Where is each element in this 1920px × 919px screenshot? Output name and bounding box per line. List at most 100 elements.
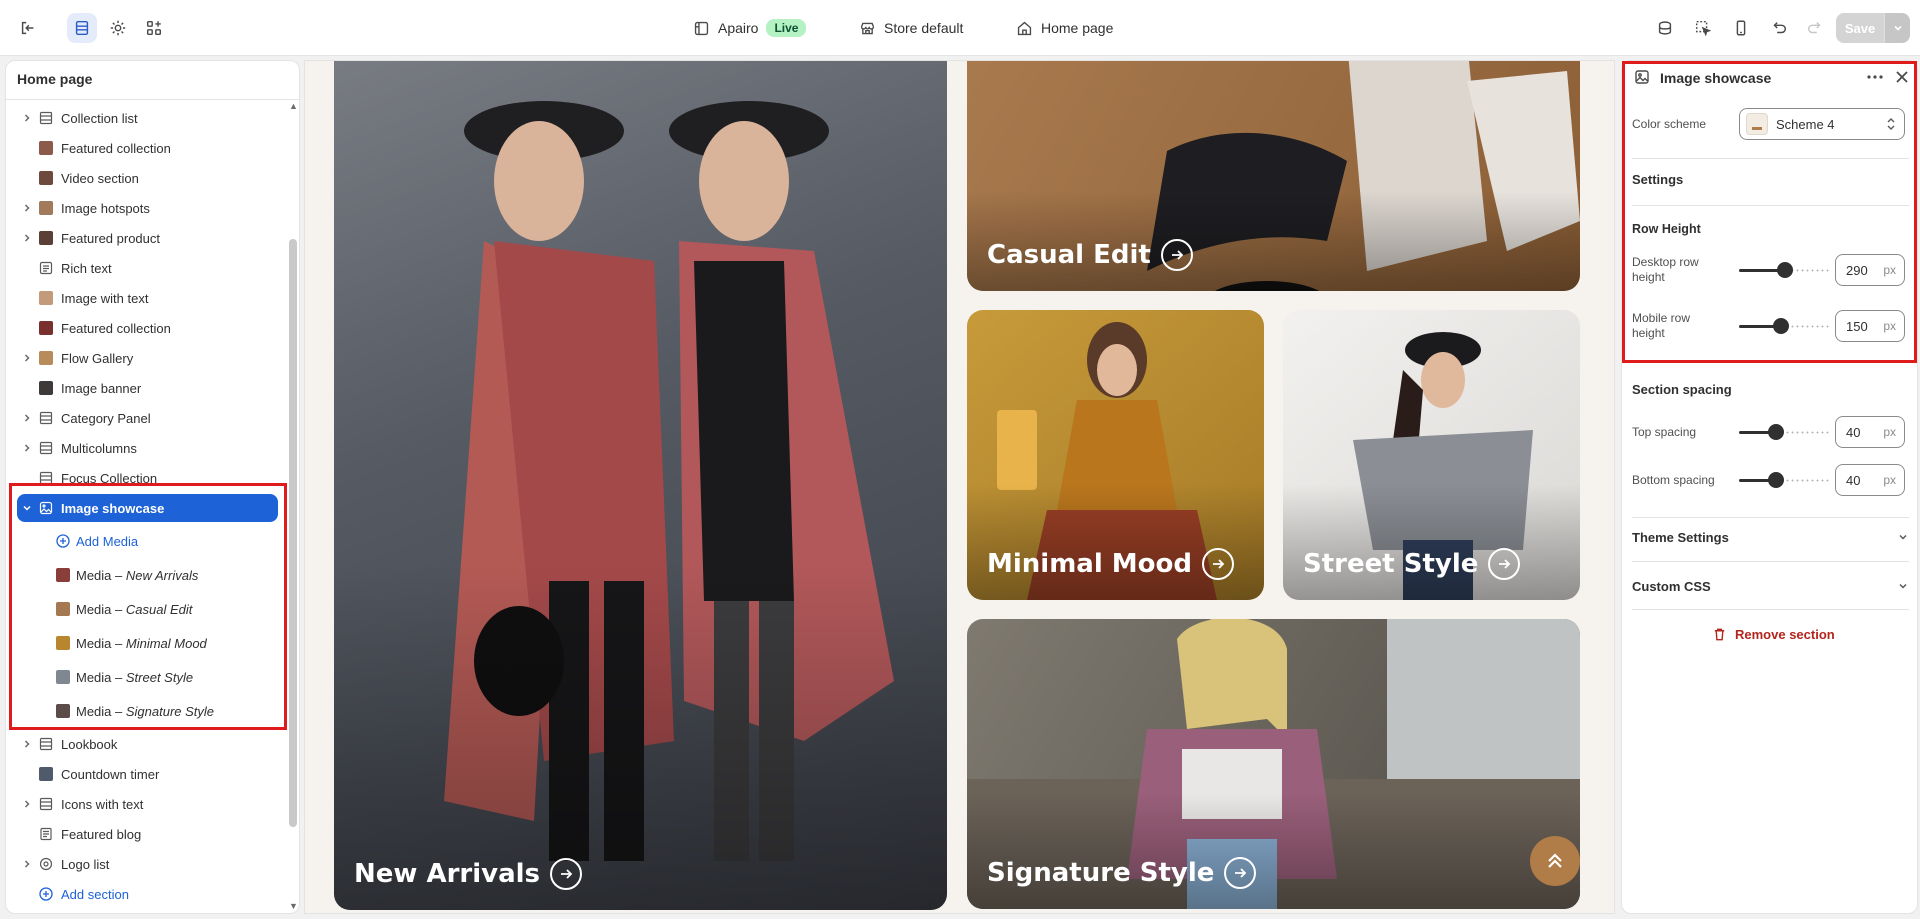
section-thumbnail	[39, 351, 53, 365]
page-preview: New Arrivals Casual Edit Minimal Mood St…	[304, 60, 1615, 914]
remove-section-button[interactable]: Remove section	[1712, 627, 1835, 642]
section-list-icon	[39, 411, 53, 425]
storefront-icon	[860, 22, 875, 34]
chevron-right-icon[interactable]	[21, 738, 33, 750]
sidebar-item-label: Category Panel	[61, 410, 151, 426]
divider	[1632, 609, 1909, 610]
showcase-tile[interactable]: Minimal Mood	[967, 310, 1264, 600]
undo-icon[interactable]	[1764, 13, 1794, 43]
sidebar-scrollbar[interactable]	[289, 239, 297, 827]
sidebar-item-lookbook[interactable]: Lookbook	[6, 730, 278, 758]
apps-icon[interactable]	[139, 13, 169, 43]
section-thumbnail	[39, 201, 53, 215]
scroll-up-icon[interactable]: ▲	[289, 101, 299, 113]
sidebar-item-rich-text[interactable]: Rich text	[6, 254, 278, 282]
sidebar-item-featured-collection[interactable]: Featured collection	[6, 314, 278, 342]
showcase-tile[interactable]: Casual Edit	[967, 61, 1580, 291]
theme-settings-toggle[interactable]: Theme Settings	[1632, 517, 1909, 557]
redo-icon[interactable]	[1800, 13, 1830, 43]
arrow-right-icon	[1202, 548, 1235, 580]
sidebar-item-collection-list[interactable]: Collection list	[6, 104, 278, 132]
store-switcher[interactable]: Apairo Live	[693, 0, 807, 56]
sidebar-item-featured-blog[interactable]: Featured blog	[6, 820, 278, 848]
sidebar-item-featured-product[interactable]: Featured product	[6, 224, 278, 252]
top-spacing-slider[interactable]	[1739, 422, 1829, 442]
sidebar-item-countdown-timer[interactable]: Countdown timer	[6, 760, 278, 788]
section-list-icon	[39, 797, 53, 811]
arrow-right-icon	[1488, 548, 1521, 580]
bottom-spacing-input[interactable]: 40 px	[1835, 464, 1905, 496]
sections-icon[interactable]	[67, 13, 97, 43]
add-section-label: Add section	[61, 886, 129, 902]
chevron-right-icon[interactable]	[21, 232, 33, 244]
sidebar-item-label: Video section	[61, 170, 139, 186]
section-list-icon	[39, 111, 53, 125]
custom-css-toggle[interactable]: Custom CSS	[1632, 566, 1909, 606]
chevron-right-icon[interactable]	[21, 798, 33, 810]
section-list-icon	[39, 737, 53, 751]
tile-title: Street Style	[1303, 548, 1521, 580]
sidebar-item-logo-list[interactable]: Logo list	[6, 850, 278, 878]
tile-title-text: Minimal Mood	[987, 549, 1193, 579]
inspector-icon[interactable]	[1650, 13, 1680, 43]
sidebar-item-image-with-text[interactable]: Image with text	[6, 284, 278, 312]
select-element-icon[interactable]	[1688, 13, 1718, 43]
sidebar-item-label: Image with text	[61, 290, 149, 306]
remove-section-label: Remove section	[1735, 627, 1835, 642]
save-button[interactable]: Save	[1836, 13, 1884, 43]
chevron-down-icon[interactable]	[1884, 13, 1910, 43]
showcase-tile[interactable]: Signature Style	[967, 619, 1580, 909]
chevron-right-icon[interactable]	[21, 412, 33, 424]
scroll-to-top-button[interactable]	[1530, 836, 1580, 886]
chevron-right-icon[interactable]	[21, 112, 33, 124]
section-thumbnail	[39, 231, 53, 245]
highlight-box-sidebar	[9, 483, 287, 730]
slider-handle[interactable]	[1768, 424, 1784, 440]
sidebar-item-image-banner[interactable]: Image banner	[6, 374, 278, 402]
sidebar-item-label: Collection list	[61, 110, 138, 126]
showcase-tile[interactable]: New Arrivals	[334, 61, 947, 910]
add-icon	[39, 887, 53, 901]
tile-gradient	[334, 61, 947, 910]
divider	[1632, 561, 1909, 562]
logo-list-icon	[39, 857, 53, 871]
gear-icon[interactable]	[103, 13, 133, 43]
add-section-button[interactable]: Add section	[6, 880, 278, 908]
mobile-preview-icon[interactable]	[1726, 13, 1756, 43]
exit-icon[interactable]	[13, 13, 43, 43]
sidebar-item-featured-collection[interactable]: Featured collection	[6, 134, 278, 162]
arrow-right-icon	[550, 858, 583, 890]
tile-title-text: Street Style	[1303, 549, 1479, 579]
sidebar-item-flow-gallery[interactable]: Flow Gallery	[6, 344, 278, 372]
sidebar-item-video-section[interactable]: Video section	[6, 164, 278, 192]
sidebar-item-icons-with-text[interactable]: Icons with text	[6, 790, 278, 818]
chevron-right-icon[interactable]	[21, 858, 33, 870]
chevron-right-icon[interactable]	[21, 442, 33, 454]
sidebar-item-label: Lookbook	[61, 736, 118, 752]
section-spacing-heading: Section spacing	[1632, 382, 1732, 397]
theme-selector[interactable]: Store default	[859, 0, 963, 56]
chevron-right-icon[interactable]	[21, 352, 33, 364]
sidebar-divider	[6, 99, 299, 100]
chevron-down-icon	[1899, 583, 1907, 589]
save-button-group: Save	[1836, 13, 1910, 43]
section-thumbnail	[39, 767, 53, 781]
home-icon	[1017, 21, 1032, 35]
chevron-right-icon[interactable]	[21, 202, 33, 214]
slider-handle[interactable]	[1768, 472, 1784, 488]
sidebar-item-label: Multicolumns	[61, 440, 137, 456]
scroll-down-icon[interactable]: ▼	[289, 901, 299, 913]
sidebar-item-label: Logo list	[61, 856, 110, 872]
section-thumbnail	[39, 291, 53, 305]
page-selector[interactable]: Home page	[1016, 0, 1113, 56]
sidebar-item-image-hotspots[interactable]: Image hotspots	[6, 194, 278, 222]
store-icon	[694, 21, 709, 35]
theme-settings-label: Theme Settings	[1632, 529, 1729, 545]
showcase-tile[interactable]: Street Style	[1283, 310, 1580, 600]
top-spacing-input[interactable]: 40 px	[1835, 416, 1905, 448]
tile-title-text: Casual Edit	[987, 240, 1151, 270]
sidebar-item-category-panel[interactable]: Category Panel	[6, 404, 278, 432]
sidebar-item-multicolumns[interactable]: Multicolumns	[6, 434, 278, 462]
bottom-spacing-value: 40	[1846, 472, 1861, 488]
bottom-spacing-slider[interactable]	[1739, 470, 1829, 490]
